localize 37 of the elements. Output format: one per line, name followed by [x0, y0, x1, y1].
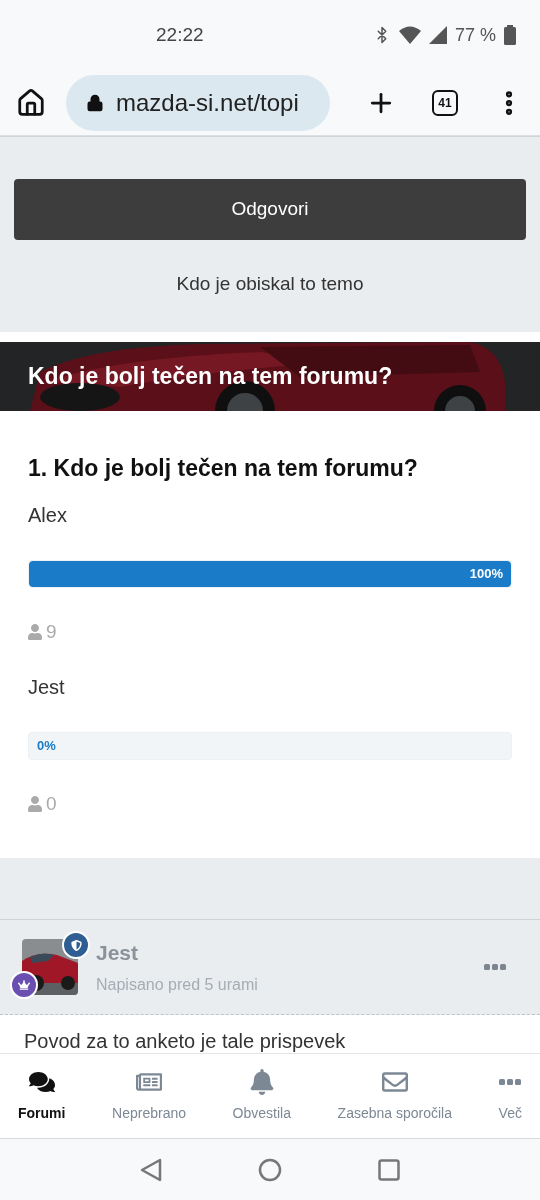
battery-level: 77 % — [454, 23, 496, 47]
bell-icon — [248, 1068, 275, 1095]
option-label: Alex — [28, 502, 68, 528]
percent-text: 0% — [36, 737, 57, 756]
vote-count: 9 — [46, 619, 57, 644]
more-icon[interactable] — [484, 964, 506, 970]
vote-count: 0 — [46, 792, 57, 816]
post-body: Povod za to anketo je tale prispevek — [24, 1029, 346, 1053]
option-label: Jest — [28, 675, 66, 700]
nav-tab[interactable]: Forumi — [18, 1068, 66, 1124]
home-icon[interactable] — [16, 87, 46, 118]
home-button-icon[interactable] — [258, 1157, 282, 1182]
nav-tab[interactable]: Več — [498, 1068, 522, 1124]
post-meta: Napisano pred 5 urami — [96, 974, 258, 995]
poll-question: 1. Kdo je bolj tečen na tem forumu? — [28, 454, 419, 483]
recents-icon[interactable] — [378, 1158, 400, 1181]
url-text: mazda-si.net/topi — [116, 87, 299, 118]
shield-icon — [70, 939, 82, 951]
visitors-link[interactable]: Kdo je obiskal to temo — [14, 270, 526, 299]
banner-title: Kdo je bolj tečen na tem forumu? — [28, 362, 393, 392]
tab-count[interactable]: 41 — [432, 89, 458, 116]
nav-tab[interactable]: Zasebna sporočila — [337, 1068, 452, 1124]
reply-button[interactable]: Odgovori — [14, 179, 526, 240]
lock-icon — [86, 93, 104, 112]
signal-icon — [428, 26, 447, 44]
address-bar[interactable]: mazda-si.net/topi — [66, 74, 330, 131]
battery-icon — [504, 25, 516, 45]
crown-icon — [18, 979, 30, 991]
clock: 22:22 — [156, 22, 204, 47]
percent-text: 100% — [468, 564, 504, 583]
back-icon[interactable] — [140, 1157, 162, 1182]
user-icon — [28, 796, 42, 813]
more-icon — [499, 1078, 522, 1085]
wifi-icon — [398, 26, 421, 44]
nav-tab[interactable]: Obvestila — [232, 1068, 291, 1124]
user-icon — [28, 623, 42, 640]
nav-tab[interactable]: Neprebrano — [112, 1068, 186, 1124]
